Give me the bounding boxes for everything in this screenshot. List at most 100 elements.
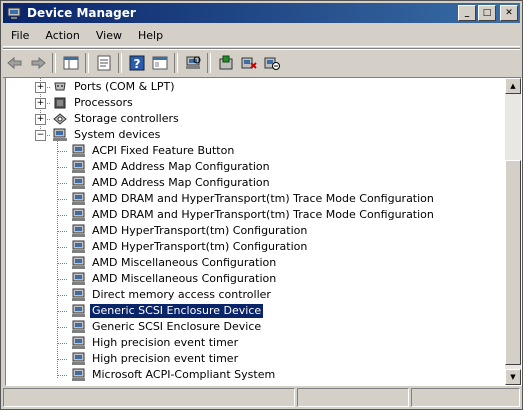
tree-category-system-devices[interactable]: System devices — [52, 127, 162, 143]
tree-connector-line — [57, 327, 67, 328]
system-device-icon — [72, 256, 85, 269]
tree-connector-line — [57, 151, 67, 152]
tree-connector-line — [57, 359, 67, 360]
system-device-icon — [72, 176, 85, 189]
console-view-icon — [152, 56, 168, 70]
device-tree-panel: + Ports (COM & LPT) + Processors + Stora… — [5, 77, 522, 386]
maximize-button[interactable]: □ — [478, 5, 496, 21]
collapse-toggle[interactable]: − — [35, 130, 46, 141]
tree-connector-line — [57, 311, 67, 312]
system-device-icon — [72, 208, 85, 221]
menu-action[interactable]: Action — [37, 27, 87, 45]
back-button[interactable] — [4, 52, 26, 74]
menu-bar: File Action View Help — [3, 26, 520, 47]
tree-category-processors[interactable]: Processors — [52, 95, 135, 111]
system-device-icon — [72, 320, 85, 333]
forward-button[interactable] — [27, 52, 49, 74]
tree-device-item[interactable]: Microsoft ACPI-Compliant System — [70, 367, 277, 383]
tree-category-label: Storage controllers — [74, 112, 179, 125]
tree-category-label: Processors — [74, 96, 133, 109]
system-device-icon — [72, 368, 85, 381]
tree-device-label: High precision event timer — [92, 336, 239, 349]
status-pane — [411, 388, 520, 407]
system-device-icon — [72, 160, 85, 173]
tree-device-item[interactable]: ACPI Fixed Feature Button — [70, 143, 236, 159]
update-driver-button[interactable] — [215, 52, 237, 74]
svg-text:?: ? — [134, 57, 141, 71]
tree-device-item[interactable]: AMD DRAM and HyperTransport(tm) Trace Mo… — [70, 191, 436, 207]
menu-view[interactable]: View — [88, 27, 130, 45]
storage-controller-icon — [53, 113, 67, 125]
tree-device-label: AMD Address Map Configuration — [92, 176, 270, 189]
scroll-up-button[interactable]: ▲ — [505, 78, 521, 94]
console-view-button[interactable] — [149, 52, 171, 74]
toolbar-separator — [85, 53, 89, 73]
uninstall-button[interactable] — [238, 52, 260, 74]
expand-toggle[interactable]: + — [35, 82, 46, 93]
scroll-thumb[interactable] — [505, 160, 521, 365]
tree-device-item[interactable]: High precision event timer — [70, 351, 240, 367]
system-device-icon — [72, 336, 85, 349]
disable-button[interactable] — [261, 52, 283, 74]
tree-device-label: Generic SCSI Enclosure Device — [92, 320, 262, 333]
tree-device-label: AMD DRAM and HyperTransport(tm) Trace Mo… — [92, 208, 434, 221]
tree-connector-line — [57, 167, 67, 168]
tree-device-label: AMD HyperTransport(tm) Configuration — [92, 240, 308, 253]
help-button[interactable]: ? — [126, 52, 148, 74]
scan-hardware-button[interactable] — [182, 52, 204, 74]
tree-connector-line — [57, 183, 67, 184]
device-manager-icon — [7, 7, 21, 19]
menu-help[interactable]: Help — [130, 27, 171, 45]
expand-toggle[interactable]: + — [35, 114, 46, 125]
tree-device-label: AMD Address Map Configuration — [92, 160, 270, 173]
tree-connector-line — [57, 343, 67, 344]
status-pane — [297, 388, 409, 407]
close-button[interactable]: ✕ — [500, 5, 518, 21]
tree-device-label: AMD Miscellaneous Configuration — [92, 272, 277, 285]
properties-button[interactable] — [93, 52, 115, 74]
tree-device-item[interactable]: AMD Miscellaneous Configuration — [70, 255, 278, 271]
tree-device-item[interactable]: AMD HyperTransport(tm) Configuration — [70, 223, 309, 239]
tree-device-item[interactable]: AMD DRAM and HyperTransport(tm) Trace Mo… — [70, 207, 436, 223]
vertical-scrollbar[interactable]: ▲ ▼ — [505, 78, 521, 385]
scroll-down-button[interactable]: ▼ — [505, 369, 521, 385]
menu-file[interactable]: File — [3, 27, 37, 45]
device-tree[interactable]: + Ports (COM & LPT) + Processors + Stora… — [6, 78, 504, 385]
back-arrow-icon — [7, 56, 22, 70]
window-title: Device Manager — [27, 6, 136, 20]
system-device-icon — [72, 288, 85, 301]
tree-category-storage[interactable]: Storage controllers — [52, 111, 181, 127]
toolbar: ? — [3, 48, 520, 78]
status-pane — [3, 388, 295, 407]
system-device-icon — [72, 272, 85, 285]
system-device-icon — [72, 144, 85, 157]
tree-device-item[interactable]: Direct memory access controller — [70, 287, 273, 303]
system-device-icon — [72, 240, 85, 253]
show-hide-console-tree-icon — [63, 56, 79, 70]
system-device-icon — [72, 304, 85, 317]
tree-device-item[interactable]: AMD Address Map Configuration — [70, 159, 272, 175]
tree-device-label: High precision event timer — [92, 352, 239, 365]
tree-device-item[interactable]: AMD HyperTransport(tm) Configuration — [70, 239, 309, 255]
tree-connector-line — [57, 375, 67, 376]
system-device-icon — [72, 224, 85, 237]
tree-device-item[interactable]: Generic SCSI Enclosure Device — [70, 303, 264, 319]
tree-device-label: ACPI Fixed Feature Button — [92, 144, 235, 157]
tree-connector-line — [57, 215, 67, 216]
expand-toggle[interactable]: + — [35, 98, 46, 109]
tree-device-item[interactable]: Generic SCSI Enclosure Device — [70, 319, 263, 335]
tree-device-item[interactable]: AMD Address Map Configuration — [70, 175, 272, 191]
port-connector-icon — [54, 82, 66, 91]
minimize-button[interactable]: _ — [458, 5, 476, 21]
tree-device-label: Direct memory access controller — [92, 288, 271, 301]
tree-device-item[interactable]: High precision event timer — [70, 335, 240, 351]
show-hide-tree-button[interactable] — [60, 52, 82, 74]
tree-device-item[interactable]: AMD Miscellaneous Configuration — [70, 271, 278, 287]
tree-connector-line — [57, 263, 67, 264]
system-device-icon — [72, 192, 85, 205]
processor-chip-icon — [54, 97, 66, 109]
tree-category-ports[interactable]: Ports (COM & LPT) — [52, 79, 177, 95]
system-devices-icon — [53, 128, 67, 141]
tree-device-label: Microsoft ACPI-Compliant System — [92, 368, 276, 381]
title-bar[interactable]: Device Manager _ □ ✕ — [3, 3, 520, 23]
